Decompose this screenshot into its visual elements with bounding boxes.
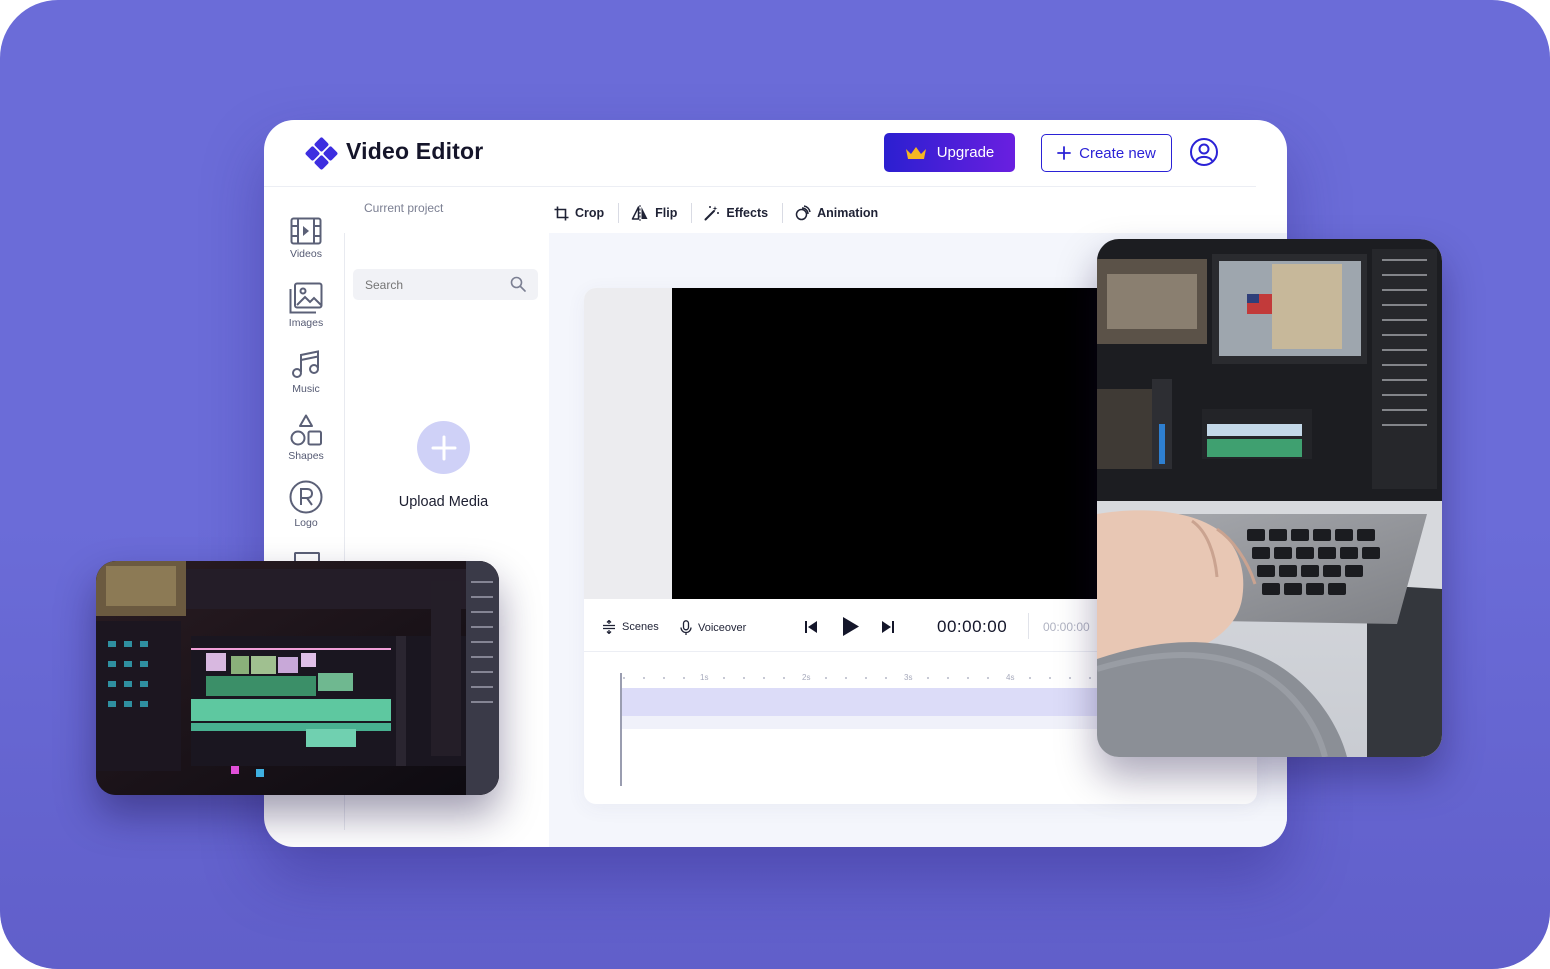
upgrade-label: Upgrade <box>936 144 995 161</box>
skip-back-icon[interactable] <box>804 620 818 634</box>
timeline-photo-image <box>96 561 499 795</box>
laptop-editing-photo <box>1097 239 1442 757</box>
sidebar-label-logo: Logo <box>294 517 318 529</box>
microphone-icon <box>680 620 692 635</box>
music-icon <box>292 350 319 378</box>
crop-icon <box>554 206 569 220</box>
effects-button[interactable]: Effects <box>704 205 782 221</box>
current-time: 00:00:00 <box>937 617 1008 636</box>
sidebar-item-videos[interactable]: Videos <box>264 217 348 260</box>
film-icon <box>290 217 322 245</box>
toolbar-divider <box>782 203 784 223</box>
upgrade-button[interactable]: Upgrade <box>884 133 1015 172</box>
logo-icon <box>304 136 339 171</box>
voiceover-button[interactable]: Voiceover <box>680 620 746 636</box>
editing-timeline-photo <box>96 561 499 795</box>
toolbar-divider <box>618 203 620 223</box>
plus-icon <box>1057 146 1072 160</box>
magic-wand-icon <box>704 206 720 221</box>
animation-button[interactable]: Animation <box>795 205 892 221</box>
sidebar-item-images[interactable]: Images <box>264 282 348 329</box>
ruler-tick: 4s <box>1006 673 1015 682</box>
plus-icon <box>431 435 456 460</box>
sidebar-label-music: Music <box>292 383 320 395</box>
animation-icon <box>795 205 811 221</box>
upload-media-label: Upload Media <box>398 494 489 510</box>
flip-button[interactable]: Flip <box>631 205 691 221</box>
current-project-label: Current project <box>364 201 444 215</box>
timeline-ruler: 1s 2s 3s 4s <box>620 673 1140 683</box>
timeline-playhead[interactable] <box>620 673 622 786</box>
crop-button[interactable]: Crop <box>554 206 618 221</box>
ruler-dots <box>623 677 1091 679</box>
sidebar-label-videos: Videos <box>290 248 322 260</box>
header-divider <box>264 186 1256 187</box>
timeline-track-secondary[interactable] <box>620 716 1140 729</box>
ruler-tick: 1s <box>700 673 709 682</box>
canvas-margin <box>584 288 672 599</box>
flip-icon <box>631 205 648 221</box>
search-box <box>353 269 538 300</box>
scenes-label: Scenes <box>622 621 659 633</box>
timeline-track[interactable] <box>620 688 1140 716</box>
edit-toolbar: Crop Flip Effects Animation <box>554 202 892 224</box>
registered-icon <box>289 480 323 514</box>
scenes-button[interactable]: Scenes <box>602 620 659 634</box>
image-icon <box>289 282 323 314</box>
sidebar-item-shapes[interactable]: Shapes <box>264 414 348 462</box>
sidebar-label-shapes: Shapes <box>288 450 324 462</box>
create-new-button[interactable]: Create new <box>1041 134 1172 172</box>
effects-label: Effects <box>726 206 769 220</box>
animation-label: Animation <box>817 206 879 220</box>
shapes-icon <box>290 414 322 446</box>
search-icon[interactable] <box>510 276 526 292</box>
create-new-label: Create new <box>1079 144 1156 162</box>
sidebar-label-images: Images <box>288 317 324 329</box>
app-header: Video Editor Upgrade Create new <box>264 120 1287 186</box>
ruler-tick: 2s <box>802 673 811 682</box>
scenes-icon <box>603 620 615 634</box>
video-preview[interactable] <box>672 288 1102 599</box>
sidebar-item-logo[interactable]: Logo <box>264 480 348 529</box>
laptop-photo-image <box>1097 239 1442 757</box>
upload-media-button[interactable] <box>417 421 470 474</box>
app-title: Video Editor <box>346 138 484 164</box>
skip-forward-icon[interactable] <box>881 620 895 634</box>
toolbar-divider <box>691 203 693 223</box>
search-input[interactable] <box>363 275 507 295</box>
ruler-tick: 3s <box>904 673 913 682</box>
play-icon[interactable] <box>842 616 860 637</box>
crop-label: Crop <box>575 206 605 220</box>
flip-label: Flip <box>655 206 678 220</box>
total-time: 00:00:00 <box>1043 620 1090 634</box>
user-avatar-icon[interactable] <box>1189 137 1219 167</box>
voiceover-label: Voiceover <box>698 622 747 634</box>
sidebar-item-music[interactable]: Music <box>264 350 348 395</box>
crown-icon <box>905 146 926 159</box>
timecode-divider <box>1028 613 1029 639</box>
